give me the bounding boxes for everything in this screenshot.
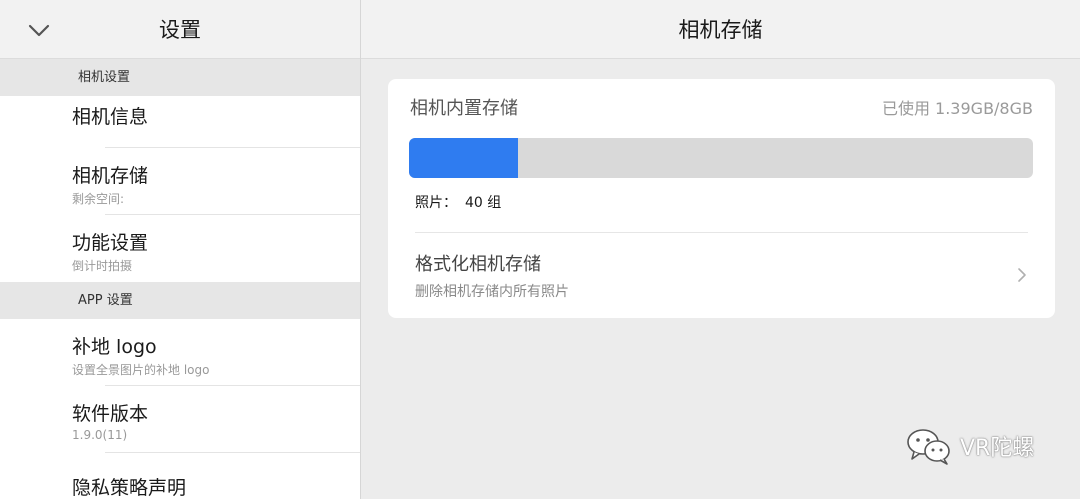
photo-count: 照片： 40 组 — [415, 192, 501, 212]
sidebar-item-label: 补地 logo — [72, 336, 157, 358]
sidebar-item-sublabel: 倒计时拍摄 — [72, 259, 133, 273]
wechat-logo-icon — [907, 429, 950, 465]
sidebar-item-camera-storage[interactable]: 相机存储 剩余空间: — [0, 148, 360, 215]
format-storage-button[interactable]: 格式化相机存储 删除相机存储内所有照片 — [388, 233, 1055, 318]
photo-count-label: 照片： — [415, 195, 457, 211]
sidebar-item-label: 相机信息 — [72, 106, 149, 128]
sidebar-header: 设置 — [0, 0, 360, 59]
sidebar-item-label: 相机存储 — [72, 165, 149, 187]
sidebar-item-privacy-policy[interactable]: 隐私策略声明 — [0, 453, 360, 499]
section-header-camera: 相机设置 — [0, 59, 360, 96]
sidebar-item-sublabel: 1.9.0(11) — [72, 428, 128, 442]
section-header-app: APP 设置 — [0, 282, 360, 319]
chevron-right-icon — [1018, 268, 1026, 282]
sidebar-item-sublabel: 设置全景图片的补地 logo — [72, 363, 210, 377]
format-storage-subtitle: 删除相机存储内所有照片 — [415, 284, 569, 300]
sidebar-item-label: 隐私策略声明 — [72, 477, 187, 499]
format-storage-title: 格式化相机存储 — [415, 254, 541, 275]
main-header: 相机存储 — [361, 0, 1080, 59]
storage-progress-bar — [409, 138, 1033, 178]
storage-used-text: 已使用 1.39GB/8GB — [881, 99, 1033, 118]
storage-progress-fill — [409, 138, 518, 178]
sidebar-item-function-settings[interactable]: 功能设置 倒计时拍摄 — [0, 215, 360, 282]
sidebar-item-label: 软件版本 — [72, 403, 149, 425]
settings-sidebar: 设置 相机设置 相机信息 相机存储 剩余空间: 功能设置 倒计时拍摄 APP 设… — [0, 0, 361, 499]
sidebar-item-software-version[interactable]: 软件版本 1.9.0(11) — [0, 386, 360, 453]
watermark-text: VR陀螺 — [960, 436, 1035, 461]
sidebar-item-camera-info[interactable]: 相机信息 — [0, 96, 360, 148]
watermark: VR陀螺 — [904, 426, 1034, 466]
sidebar-title: 设置 — [159, 18, 201, 42]
sidebar-item-sublabel: 剩余空间: — [72, 192, 125, 206]
sidebar-item-label: 功能设置 — [72, 232, 149, 254]
storage-card: 相机内置存储 已使用 1.39GB/8GB 照片： 40 组 格式化相机存储 删除… — [388, 79, 1055, 318]
photo-count-value: 40 组 — [465, 195, 502, 211]
storage-label: 相机内置存储 — [410, 98, 518, 119]
page-title: 相机存储 — [678, 18, 763, 42]
sidebar-item-ground-logo[interactable]: 补地 logo 设置全景图片的补地 logo — [0, 319, 360, 386]
